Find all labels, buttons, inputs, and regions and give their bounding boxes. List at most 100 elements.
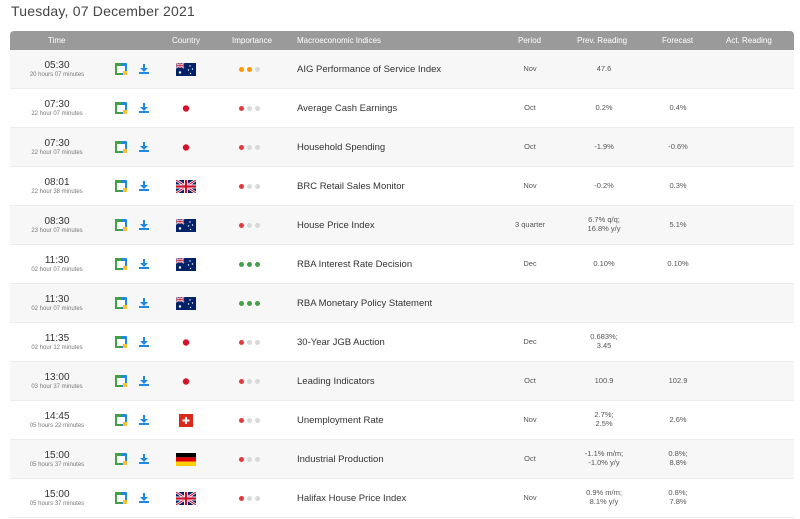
country-cell [176,50,196,88]
importance-dot-active [239,456,244,462]
importance-dot-inactive [247,183,252,189]
importance-dot-active [239,183,244,189]
google-calendar-icon[interactable] [115,492,127,504]
google-calendar-icon[interactable] [115,219,127,231]
indicator-name[interactable]: House Price Index [297,206,517,244]
google-calendar-icon[interactable] [115,336,127,348]
table-row[interactable]: 15:00 05 hours 37 minutes Industrial Produ… [10,440,794,479]
indicator-name[interactable]: AIG Performance of Service Index [297,50,517,88]
table-row[interactable]: 11:30 02 hour 07 minutes RBA Interest Rate… [10,245,794,284]
table-row[interactable]: 07:30 22 hour 07 minutes Average Cash Earn… [10,89,794,128]
importance-dot-inactive [255,456,260,462]
time-cell: 15:00 05 hours 37 minutes [10,440,104,478]
time-cell: 07:30 22 hour 07 minutes [10,89,104,127]
google-calendar-icon[interactable] [115,141,127,153]
calendar-cell [114,323,128,361]
google-calendar-icon[interactable] [115,102,127,114]
period-value: Nov [523,492,537,502]
download-icon[interactable] [139,64,149,74]
table-row[interactable]: 13:00 03 hour 37 minutes Leading Indicator… [10,362,794,401]
indicator-name[interactable]: BRC Retail Sales Monitor [297,167,517,205]
period-value: Oct [524,141,536,151]
google-calendar-icon[interactable] [115,63,127,75]
download-icon[interactable] [139,181,149,191]
indicator-name[interactable]: 30-Year JGB Auction [297,323,517,361]
download-icon[interactable] [139,142,149,152]
table-row[interactable]: 11:35 02 hour 12 minutes 30-Year JGB Aucti… [10,323,794,362]
download-icon[interactable] [139,376,149,386]
australia-flag [176,62,196,76]
table-row[interactable]: 05:30 20 hours 07 minutes AIG Performance … [10,50,794,89]
period-value: Nov [523,63,537,73]
google-calendar-icon[interactable] [115,297,127,309]
table-body: 05:30 20 hours 07 minutes AIG Performance … [10,50,794,518]
indicator-name[interactable]: RBA Monetary Policy Statement [297,284,517,322]
download-icon[interactable] [139,220,149,230]
forecast-value: 0.3% [669,180,687,190]
calendar-cell [114,401,128,439]
download-icon[interactable] [139,298,149,308]
actual-reading-value [722,323,782,361]
time-cell: 05:30 20 hours 07 minutes [10,50,104,88]
google-calendar-icon[interactable] [115,180,127,192]
table-row[interactable]: 11:30 02 hour 07 minutes RBA Monetary Poli… [10,284,794,323]
importance-indicator [239,440,269,478]
calendar-cell [114,362,128,400]
download-icon[interactable] [139,103,149,113]
actual-reading-value [722,167,782,205]
indicator-name[interactable]: Average Cash Earnings [297,89,517,127]
actual-reading-value [722,362,782,400]
germany-flag [176,452,196,466]
event-time: 05:30 [44,60,70,71]
download-icon[interactable] [139,337,149,347]
japan-flag [176,336,196,349]
importance-indicator [239,245,269,283]
google-calendar-icon[interactable] [115,375,127,387]
page-title: Tuesday, 07 December 2021 [11,3,195,19]
period-value: Oct [524,375,536,385]
table-row[interactable]: 08:30 23 hour 07 minutes House Price Index… [10,206,794,245]
header-country: Country [172,36,201,45]
google-calendar-icon[interactable] [115,453,127,465]
importance-dot-active [255,300,260,306]
table-row[interactable]: 15:00 05 hours 37 minutes Halifax House Pr… [10,479,794,518]
indicator-name[interactable]: Household Spending [297,128,517,166]
download-icon[interactable] [139,259,149,269]
indicator-name[interactable]: RBA Interest Rate Decision [297,245,517,283]
indicator-name[interactable]: Industrial Production [297,440,517,478]
google-calendar-icon[interactable] [115,414,127,426]
importance-dot-inactive [247,222,252,228]
download-icon[interactable] [139,454,149,464]
indicator-name[interactable]: Halifax House Price Index [297,479,517,517]
event-countdown: 22 hour 07 minutes [31,150,83,156]
forecast-value: 102.9 [668,375,688,385]
download-cell [137,284,151,322]
header-prev: Prev. Reading [577,36,628,45]
header-importance: Importance [232,36,273,45]
forecast-value [658,323,698,361]
time-cell: 11:30 02 hour 07 minutes [10,245,104,283]
indicator-name[interactable]: Leading Indicators [297,362,517,400]
indicator-name[interactable]: Unemployment Rate [297,401,517,439]
download-icon[interactable] [139,415,149,425]
importance-dot-inactive [247,456,252,462]
table-row[interactable]: 07:30 22 hour 07 minutes Household Spendin… [10,128,794,167]
calendar-cell [114,128,128,166]
table-row[interactable]: 14:45 05 hours 22 minutes Unemployment Rat… [10,401,794,440]
table-row[interactable]: 08:01 22 hour 38 minutes BRC Retail Sales … [10,167,794,206]
country-cell [176,128,196,166]
importance-indicator [239,323,269,361]
download-icon[interactable] [139,493,149,503]
event-time: 08:01 [44,177,70,188]
header-time: Time [48,36,66,45]
download-cell [137,89,151,127]
prev-reading-value: -1.1% m/m; -1.0% y/y [584,449,624,467]
importance-dot-active [239,495,244,501]
importance-dot-active [239,261,244,267]
prev-reading-value: 47.6 [596,63,612,73]
prev-reading-value: 0.683%; 3.45 [590,332,618,350]
forecast-value: 0.10% [667,258,689,268]
google-calendar-icon[interactable] [115,258,127,270]
importance-dot-inactive [255,66,260,72]
importance-dot-active [239,378,244,384]
